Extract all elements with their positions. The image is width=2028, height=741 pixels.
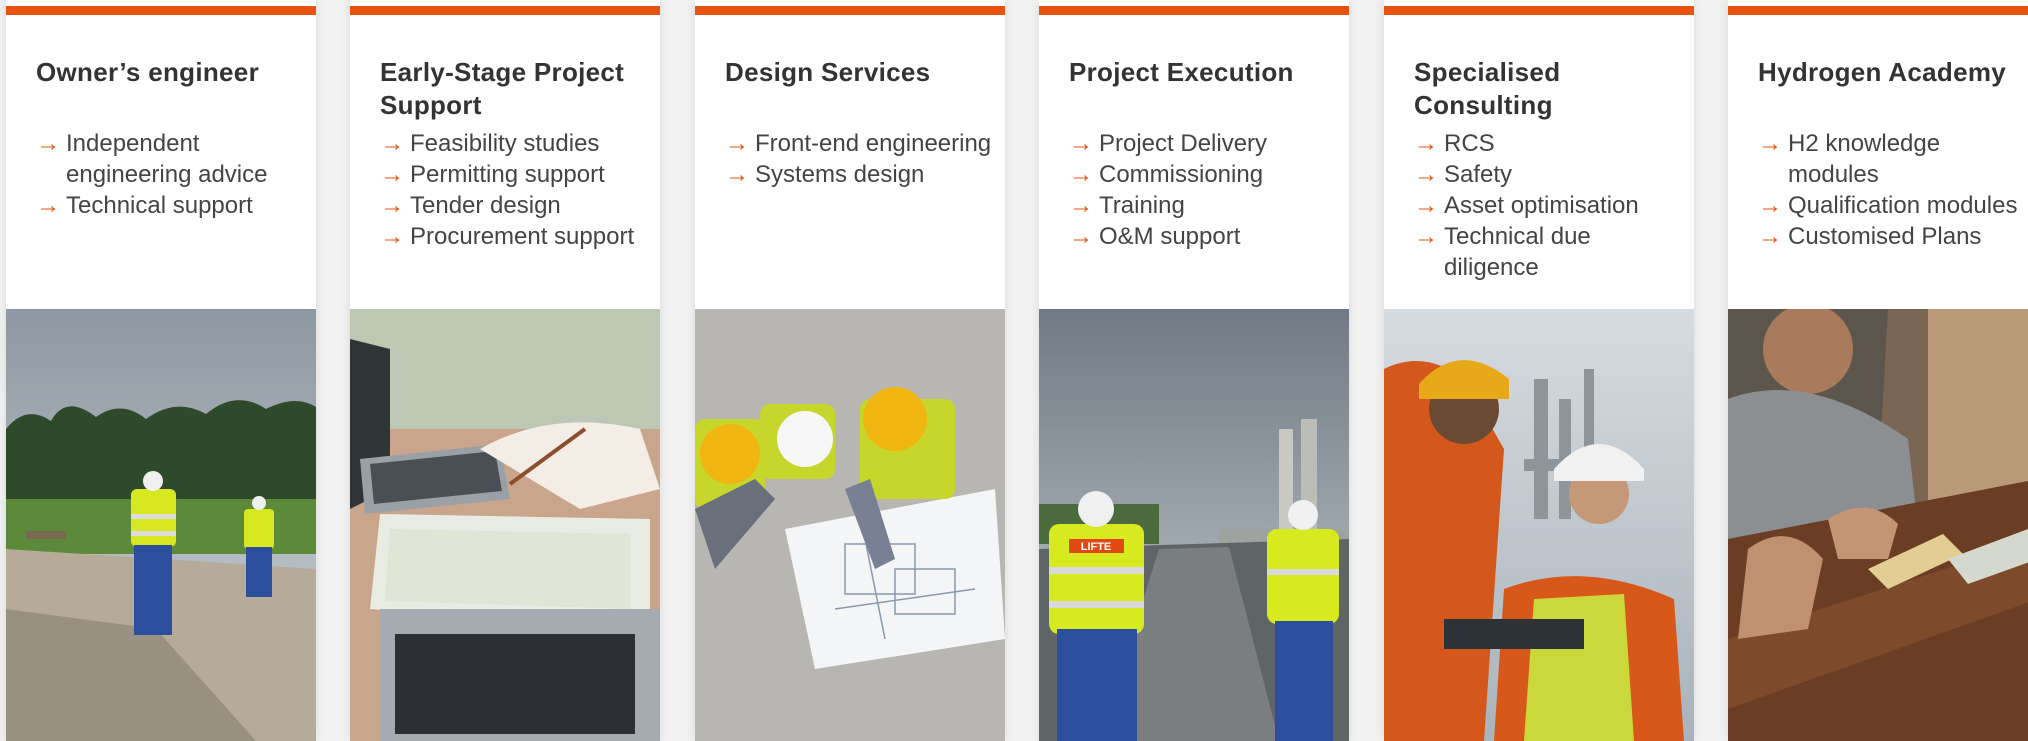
- card-list: → RCS → Safety → Asset optimisation → Techni…: [1414, 128, 1688, 283]
- arrow-right-icon: →: [1414, 192, 1438, 219]
- card-title: Project Execution: [1069, 57, 1294, 87]
- arrow-right-icon: →: [1069, 130, 1093, 157]
- list-item: → Tender design: [380, 192, 561, 219]
- people-studying-at-table-photo: [1728, 309, 2028, 741]
- workers-walking-to-plant-photo: LIFTE: [1039, 309, 1349, 741]
- list-item: → Safety: [1414, 161, 1513, 188]
- card-accent-bar: [695, 6, 1005, 15]
- list-item: → Asset optimisation: [1414, 192, 1639, 219]
- service-card-project-execution: Project Execution → Project Delivery → Com…: [1039, 0, 1349, 741]
- card-accent-bar: [1728, 6, 2028, 15]
- list-item: → Front-end engineering: [725, 130, 992, 157]
- list-item: → Training: [1069, 192, 1185, 219]
- engineers-walking-on-site-photo: [6, 309, 316, 741]
- service-card-owners-engineer: Owner’s engineer → Independent engineerin…: [6, 0, 316, 741]
- arrow-right-icon: →: [380, 223, 404, 250]
- card-list: → Project Delivery → Commissioning → Traini…: [1069, 128, 1343, 252]
- service-card-design-services: Design Services → Front-end engineering →…: [695, 0, 1005, 741]
- list-item: → O&M support: [1069, 223, 1241, 250]
- card-title: Owner’s engineer: [36, 57, 259, 87]
- service-card-early-stage-support: Early-Stage Project Support → Feasibility…: [350, 0, 660, 741]
- card-title: Design Services: [725, 57, 931, 87]
- arrow-right-icon: →: [1758, 192, 1782, 219]
- card-title: Early-Stage Project Support: [380, 57, 625, 120]
- list-item: → Procurement support: [380, 223, 635, 250]
- card-list: → Front-end engineering → Systems design: [725, 128, 999, 190]
- list-item: → Systems design: [725, 161, 925, 188]
- card-title: Hydrogen Academy: [1758, 57, 2007, 87]
- service-card-hydrogen-academy: Hydrogen Academy → H2 knowledge modules →…: [1728, 0, 2028, 741]
- card-title: Specialised Consulting: [1414, 57, 1561, 120]
- laptop-and-notes-photo: [350, 309, 660, 741]
- list-item: → Feasibility studies: [380, 130, 600, 157]
- list-item: → Qualification modules: [1758, 192, 2018, 219]
- card-list: → H2 knowledge modules → Qualification mod…: [1758, 128, 2028, 252]
- list-item: → RCS: [1414, 130, 1495, 157]
- list-item: → Project Delivery: [1069, 130, 1268, 157]
- arrow-right-icon: →: [725, 161, 749, 188]
- arrow-right-icon: →: [1414, 161, 1438, 188]
- list-item: → Commissioning: [1069, 161, 1264, 188]
- arrow-right-icon: →: [380, 192, 404, 219]
- card-accent-bar: [1039, 6, 1349, 15]
- card-accent-bar: [1384, 6, 1694, 15]
- arrow-right-icon: →: [1414, 130, 1438, 157]
- list-item: → Customised Plans: [1758, 223, 1982, 250]
- list-item: → H2 knowledge modules: [1758, 130, 1941, 188]
- list-item: → Technical due diligence: [1414, 223, 1591, 281]
- arrow-right-icon: →: [1069, 192, 1093, 219]
- arrow-right-icon: →: [1758, 130, 1782, 157]
- arrow-right-icon: →: [1758, 223, 1782, 250]
- arrow-right-icon: →: [36, 130, 60, 157]
- arrow-right-icon: →: [1069, 223, 1093, 250]
- list-item: → Independent engineering advice: [36, 130, 268, 188]
- card-list: → Feasibility studies → Permitting support…: [380, 128, 654, 252]
- card-accent-bar: [350, 6, 660, 15]
- arrow-right-icon: →: [1414, 223, 1438, 250]
- arrow-right-icon: →: [725, 130, 749, 157]
- card-accent-bar: [6, 6, 316, 15]
- service-card-specialised-consulting: Specialised Consulting → RCS → Safety → Ass…: [1384, 0, 1694, 741]
- list-item: → Permitting support: [380, 161, 605, 188]
- arrow-right-icon: →: [36, 192, 60, 219]
- arrow-right-icon: →: [380, 161, 404, 188]
- engineers-reviewing-blueprints-photo: [695, 309, 1005, 741]
- list-item: → Technical support: [36, 192, 253, 219]
- arrow-right-icon: →: [1069, 161, 1093, 188]
- engineers-at-refinery-photo: [1384, 309, 1694, 741]
- vest-logo-text: LIFTE: [1081, 541, 1112, 553]
- arrow-right-icon: →: [380, 130, 404, 157]
- card-list: → Independent engineering advice → Technic…: [36, 128, 310, 221]
